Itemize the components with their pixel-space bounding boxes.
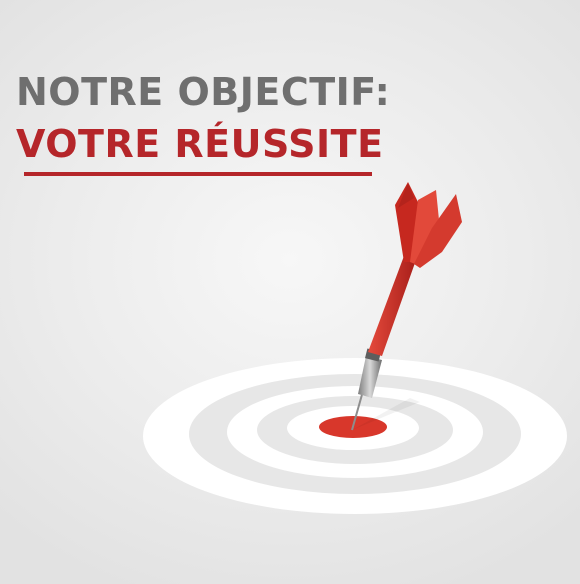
dart-and-target-illustration	[143, 182, 567, 514]
target-icon	[143, 358, 567, 514]
poster: NOTRE OBJECTIF: VOTRE RÉUSSITE	[0, 0, 580, 584]
dart-shaft	[368, 256, 416, 356]
